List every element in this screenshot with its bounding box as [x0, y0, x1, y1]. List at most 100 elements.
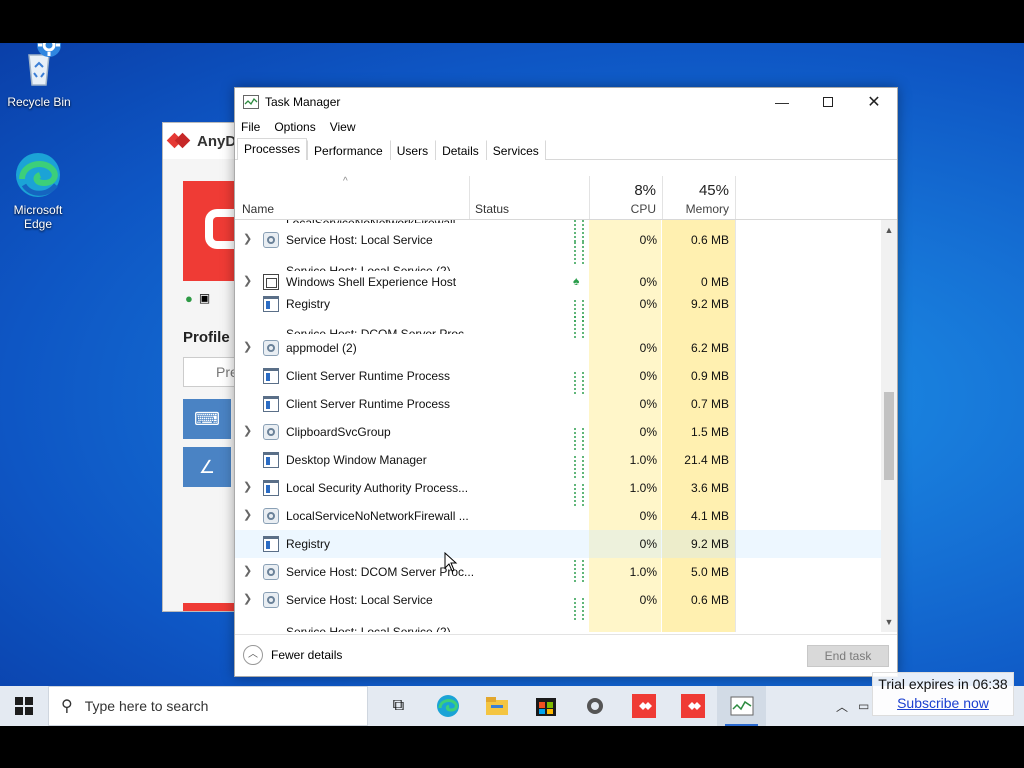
windows-logo-icon: [15, 697, 33, 715]
expand-chevron-icon[interactable]: ❯: [243, 232, 252, 245]
partial-row-text: Service Host: Local Service (2): [286, 625, 451, 632]
taskbar-anydesk-2[interactable]: [668, 686, 717, 726]
tab-processes[interactable]: Processes: [237, 138, 308, 160]
process-name: Registry: [286, 297, 331, 311]
expand-chevron-icon[interactable]: ❯: [243, 508, 252, 521]
window-title: Task Manager: [265, 95, 341, 109]
table-row[interactable]: ❯ Local Security Authority Process... 1.0%…: [235, 474, 881, 502]
process-cpu: 0%: [639, 397, 657, 411]
process-window-icon: [263, 536, 279, 552]
expand-chevron-icon[interactable]: ❯: [243, 592, 252, 605]
task-manager-icon: [243, 95, 259, 109]
taskbar-store[interactable]: [521, 686, 570, 726]
maximize-button[interactable]: [805, 88, 851, 116]
process-window-icon: [263, 480, 279, 496]
tab-details[interactable]: Details: [435, 140, 486, 160]
task-manager-window[interactable]: Task Manager — ✕ File Options View Proce…: [234, 87, 898, 677]
taskbar-settings[interactable]: [570, 686, 619, 726]
network-icon[interactable]: ▭: [858, 699, 869, 713]
subscribe-link[interactable]: Subscribe now: [873, 694, 1013, 713]
table-row[interactable]: ❯ ClipboardSvcGroup 0% 1.5 MB: [235, 418, 881, 446]
column-name[interactable]: Name: [242, 202, 274, 216]
desktop-icon-edge[interactable]: Microsoft Edge: [0, 151, 76, 231]
task-view-button[interactable]: ⧉: [374, 686, 423, 726]
menu-options[interactable]: Options: [274, 120, 315, 134]
service-host-icon: [263, 564, 279, 580]
maximize-icon: [823, 97, 833, 107]
table-row[interactable]: Desktop Window Manager 1.0% 21.4 MB: [235, 446, 881, 474]
process-list[interactable]: LocalServiceNoNetworkFirewall ... Service…: [235, 220, 897, 632]
settings-icon: [586, 698, 603, 714]
memory-total[interactable]: 45%: [662, 182, 729, 199]
desktop-icon-label: Recycle Bin: [7, 95, 71, 109]
table-row[interactable]: Registry 0% 9.2 MB: [235, 530, 881, 558]
expand-chevron-icon[interactable]: ❯: [243, 424, 252, 437]
anydesk-edit-button[interactable]: ∠: [183, 447, 231, 487]
desktop-icon-recycle-bin[interactable]: Recycle Bin: [1, 43, 77, 109]
start-button[interactable]: [0, 686, 48, 726]
taskbar-task-manager[interactable]: [717, 686, 766, 726]
end-task-button[interactable]: End task: [807, 645, 889, 667]
scroll-up-icon[interactable]: ▲: [881, 222, 897, 238]
anydesk-window[interactable]: AnyD ● ▣ Profile Pre ⌨ ∠: [162, 122, 242, 612]
process-cpu: 0%: [639, 509, 657, 523]
search-placeholder: Type here to search: [84, 698, 209, 714]
column-memory[interactable]: Memory: [662, 202, 729, 216]
taskbar-anydesk-1[interactable]: [619, 686, 668, 726]
anydesk-keyboard-button[interactable]: ⌨: [183, 399, 231, 439]
table-row[interactable]: Client Server Runtime Process 0% 0.7 MB: [235, 390, 881, 418]
tab-bar: Processes Performance Users Details Serv…: [235, 138, 897, 160]
close-button[interactable]: ✕: [851, 88, 897, 116]
process-window-icon: [263, 396, 279, 412]
expand-chevron-icon[interactable]: ❯: [243, 564, 252, 577]
table-row[interactable]: ❯ LocalServiceNoNetworkFirewall ... 0% 4.1 …: [235, 502, 881, 530]
cpu-total[interactable]: 8%: [589, 182, 656, 199]
process-memory: 6.2 MB: [690, 341, 729, 355]
process-memory: 4.1 MB: [690, 509, 729, 523]
menu-bar: File Options View: [235, 116, 897, 138]
process-memory: 9.2 MB: [690, 297, 729, 311]
expand-chevron-icon[interactable]: ❯: [243, 340, 252, 353]
process-name: appmodel (2): [286, 341, 357, 355]
menu-file[interactable]: File: [241, 120, 260, 134]
process-name: Client Server Runtime Process: [286, 397, 451, 411]
process-name: ClipboardSvcGroup: [286, 425, 391, 439]
fewer-details-button[interactable]: ︿ Fewer details: [243, 645, 342, 665]
process-memory: 0.6 MB: [690, 233, 729, 247]
minimize-button[interactable]: —: [759, 88, 805, 116]
scroll-down-icon[interactable]: ▼: [881, 614, 897, 630]
taskbar-edge[interactable]: [423, 686, 472, 726]
taskbar: ⚲ Type here to search ⧉ ︿ ▭: [0, 686, 1024, 726]
titlebar[interactable]: Task Manager — ✕: [235, 88, 897, 116]
tab-performance[interactable]: Performance: [307, 140, 390, 160]
taskbar-file-explorer[interactable]: [472, 686, 521, 726]
scrollbar-thumb[interactable]: [884, 392, 894, 480]
chevron-up-icon[interactable]: ︿: [836, 698, 848, 715]
anydesk-status: ● ▣: [185, 291, 210, 306]
table-row[interactable]: ❯ Service Host: DCOM Server Proc... 1.0% 5.…: [235, 558, 881, 586]
taskbar-search-box[interactable]: ⚲ Type here to search: [48, 686, 368, 726]
tab-users[interactable]: Users: [389, 140, 436, 160]
expand-chevron-icon[interactable]: ❯: [243, 274, 252, 287]
anydesk-icon: [680, 694, 705, 718]
table-row[interactable]: Client Server Runtime Process 0% 0.9 MB: [235, 362, 881, 390]
vertical-scrollbar[interactable]: ▲ ▼: [881, 220, 897, 632]
expand-chevron-icon[interactable]: ❯: [243, 480, 252, 493]
table-row[interactable]: ❯ appmodel (2) 0% 6.2 MB: [235, 334, 881, 362]
task-manager-icon: [730, 696, 753, 716]
fewer-details-label: Fewer details: [271, 648, 343, 662]
recycle-bin-icon: [15, 43, 63, 86]
column-status[interactable]: Status: [475, 202, 509, 216]
tab-services[interactable]: Services: [485, 140, 546, 160]
close-icon: ✕: [867, 94, 881, 111]
table-row[interactable]: ❯ Service Host: Local Service 0% 0.6 MB: [235, 586, 881, 614]
table-row[interactable]: ❯ Service Host: Local Service 0% 0.6 MB: [235, 226, 881, 254]
anydesk-logo-icon: [166, 132, 191, 149]
ghost-row-text: Service Host: DCOM Server Proc...: [286, 327, 475, 334]
column-cpu[interactable]: CPU: [589, 202, 656, 216]
process-window-icon: [263, 452, 279, 468]
table-row[interactable]: Registry 0% 9.2 MB: [235, 290, 881, 318]
menu-view[interactable]: View: [330, 120, 356, 134]
process-memory: 1.5 MB: [690, 425, 729, 439]
process-cpu: 0%: [639, 341, 657, 355]
